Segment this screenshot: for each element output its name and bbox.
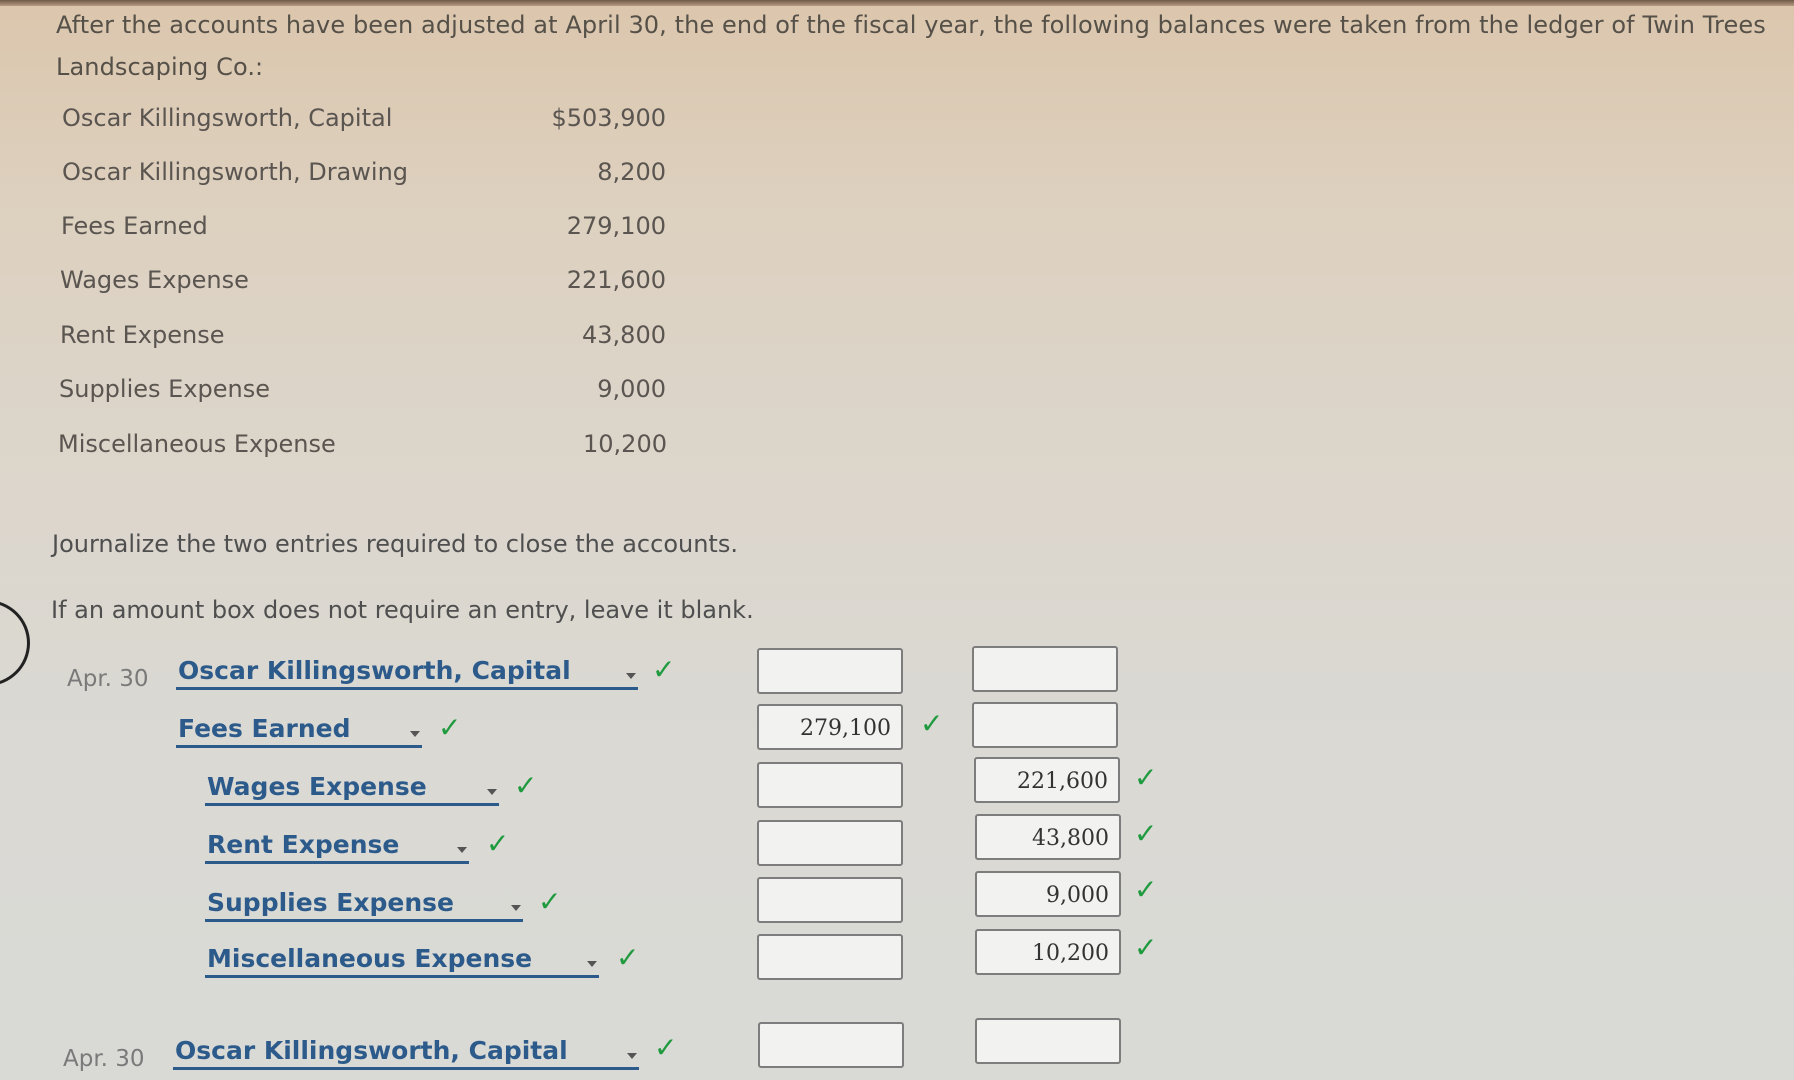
chevron-down-icon[interactable] [410, 731, 420, 737]
account-select[interactable]: Oscar Killingsworth, Capital [176, 654, 638, 690]
debit-input[interactable] [757, 877, 903, 923]
credit-input[interactable]: 221,600 [974, 757, 1120, 803]
debit-input[interactable] [758, 1022, 904, 1068]
debit-input[interactable]: 279,100 [757, 704, 903, 750]
instruction-blank: If an amount box does not require an ent… [51, 596, 754, 624]
ledger-amount: 279,100 [566, 212, 666, 240]
entry-date: Apr. 30 [63, 1046, 145, 1072]
credit-input[interactable]: 10,200 [975, 929, 1121, 975]
account-select-value: Fees Earned [178, 714, 351, 743]
credit-input[interactable] [975, 1018, 1121, 1064]
ledger-row: Oscar Killingsworth, Drawing 8,200 [62, 158, 666, 198]
credit-input[interactable] [972, 646, 1118, 692]
account-select[interactable]: Supplies Expense [205, 886, 523, 922]
ledger-amount: 43,800 [582, 321, 666, 349]
check-icon: ✓ [514, 769, 538, 802]
instruction-journalize: Journalize the two entries required to c… [52, 530, 738, 558]
ledger-amount: 8,200 [597, 158, 666, 186]
account-select[interactable]: Fees Earned [176, 712, 422, 748]
chevron-down-icon[interactable] [457, 847, 467, 853]
ledger-amount: 9,000 [597, 375, 666, 403]
ledger-row: Wages Expense 221,600 [60, 266, 666, 306]
account-select[interactable]: Wages Expense [205, 770, 499, 806]
check-icon: ✓ [1134, 817, 1158, 850]
account-select[interactable]: Oscar Killingsworth, Capital [173, 1034, 639, 1070]
debit-input[interactable] [757, 762, 903, 808]
account-select[interactable]: Miscellaneous Expense [205, 942, 599, 978]
ledger-amount: 221,600 [566, 266, 666, 294]
ledger-account: Miscellaneous Expense [58, 430, 336, 458]
ledger-account: Supplies Expense [59, 375, 270, 403]
debit-input[interactable] [757, 820, 903, 866]
check-icon: ✓ [1134, 873, 1158, 906]
ledger-account: Oscar Killingsworth, Drawing [62, 158, 409, 186]
credit-input[interactable]: 43,800 [975, 814, 1121, 860]
ledger-account: Wages Expense [60, 266, 249, 294]
ledger-row: Rent Expense 43,800 [60, 321, 666, 361]
ledger-amount: 10,200 [583, 430, 667, 458]
account-select-value: Wages Expense [207, 772, 427, 801]
chevron-down-icon[interactable] [511, 905, 521, 911]
check-icon: ✓ [438, 711, 462, 744]
chevron-down-icon[interactable] [487, 789, 497, 795]
credit-input[interactable]: 9,000 [975, 871, 1121, 917]
debit-input[interactable] [757, 648, 903, 694]
ledger-row: Oscar Killingsworth, Capital $503,900 [62, 104, 666, 144]
check-icon: ✓ [616, 941, 640, 974]
chevron-down-icon[interactable] [627, 1053, 637, 1059]
check-icon: ✓ [920, 707, 944, 740]
check-icon: ✓ [1134, 931, 1158, 964]
account-select-value: Oscar Killingsworth, Capital [178, 656, 571, 685]
ledger-account: Oscar Killingsworth, Capital [62, 104, 393, 132]
check-icon: ✓ [1134, 761, 1158, 794]
ledger-row: Miscellaneous Expense 10,200 [58, 430, 667, 470]
account-select-value: Rent Expense [207, 830, 400, 859]
check-icon: ✓ [538, 885, 562, 918]
problem-intro: After the accounts have been adjusted at… [56, 11, 1766, 81]
account-select[interactable]: Rent Expense [205, 828, 469, 864]
screen-reflection [0, 600, 30, 686]
account-select-value: Supplies Expense [207, 888, 454, 917]
ledger-amount: $503,900 [551, 104, 666, 132]
check-icon: ✓ [486, 827, 510, 860]
check-icon: ✓ [652, 653, 676, 686]
debit-input[interactable] [757, 934, 903, 980]
entry-date: Apr. 30 [67, 666, 149, 692]
chevron-down-icon[interactable] [626, 673, 636, 679]
ledger-row: Supplies Expense 9,000 [59, 375, 666, 415]
check-icon: ✓ [654, 1031, 678, 1064]
ledger-row: Fees Earned 279,100 [61, 212, 666, 252]
account-select-value: Oscar Killingsworth, Capital [175, 1036, 568, 1065]
ledger-account: Fees Earned [61, 212, 208, 240]
chevron-down-icon[interactable] [587, 961, 597, 967]
account-select-value: Miscellaneous Expense [207, 944, 533, 973]
credit-input[interactable] [972, 702, 1118, 748]
ledger-account: Rent Expense [60, 321, 225, 349]
